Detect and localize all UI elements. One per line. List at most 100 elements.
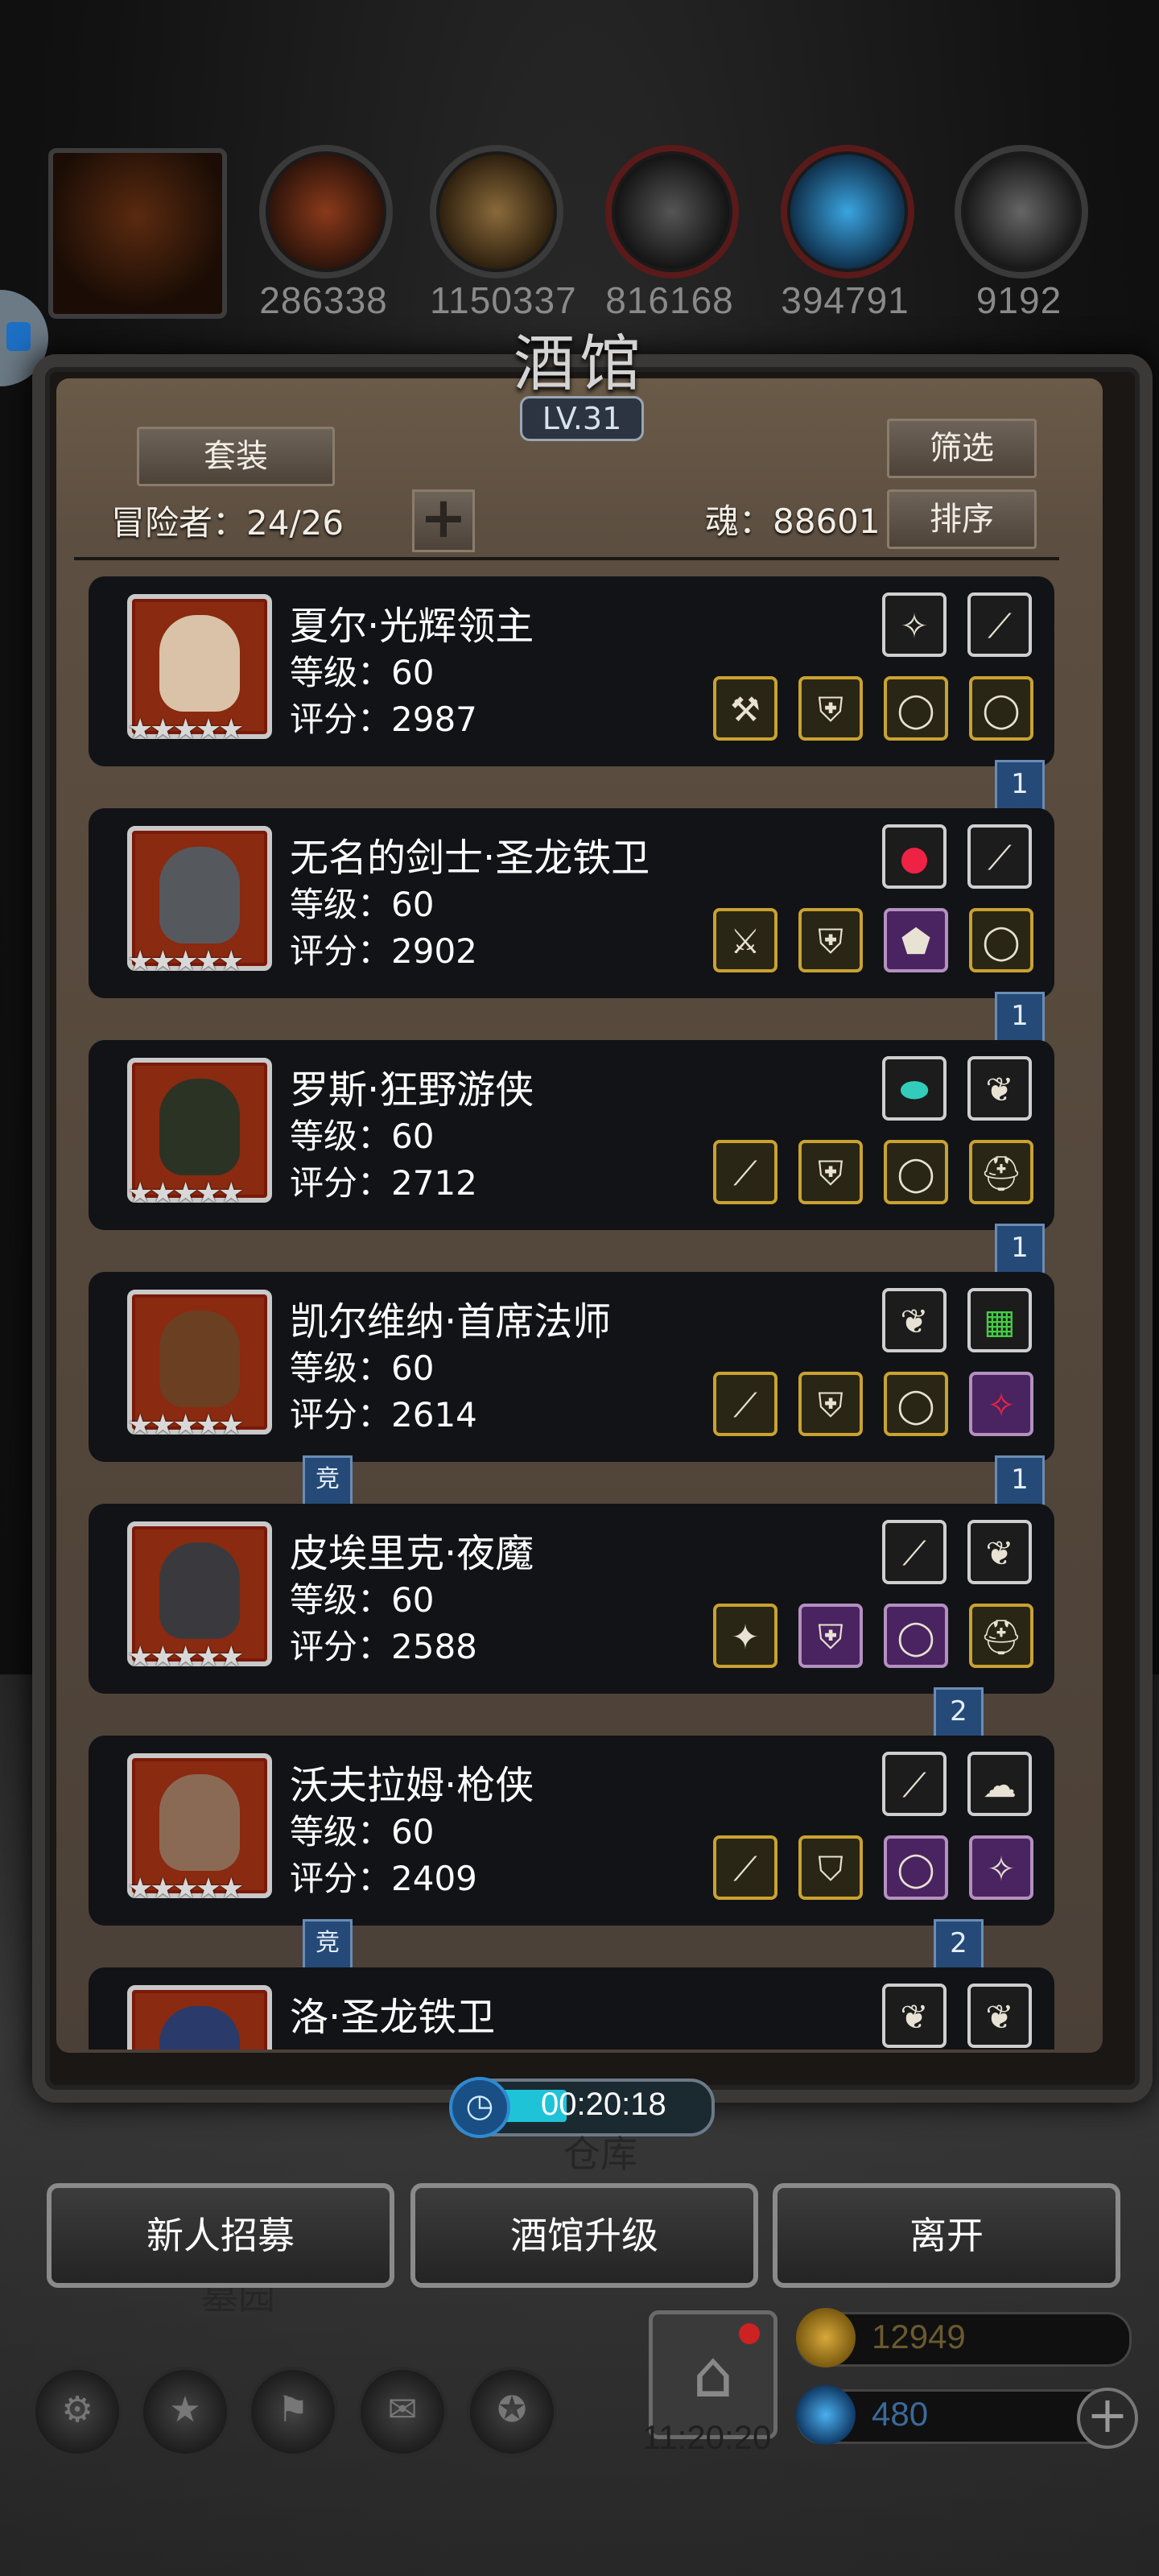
set-button[interactable]: 套装: [137, 427, 335, 486]
star-rating: ★★★★★: [127, 1641, 244, 1674]
hero-score: 评分：2987: [290, 700, 477, 739]
resource-iron[interactable]: 816168: [605, 145, 739, 321]
hero-name: 罗斯·狂野游侠: [290, 1067, 534, 1113]
notification-dot: [739, 2323, 760, 2344]
player-avatar[interactable]: [48, 148, 227, 319]
mail-icon[interactable]: ✉: [357, 2367, 448, 2457]
amulet-icon[interactable]: ✧: [882, 592, 947, 657]
hero-name: 无名的剑士·圣龙铁卫: [290, 836, 650, 881]
spear-icon[interactable]: ⟋: [713, 1835, 777, 1900]
feather-icon[interactable]: ❦: [967, 1520, 1032, 1584]
page-title: 酒馆: [514, 328, 645, 399]
hero-card[interactable]: ★★★★★ 罗斯·狂野游侠 等级：60 评分：2712 ⬬ ❦ ⟋ ⛨ ◯ ⛑: [89, 1040, 1054, 1230]
armor-icon[interactable]: ⛨: [798, 1372, 863, 1436]
necklace-icon[interactable]: ✧: [969, 1372, 1033, 1436]
gold-counter: 12949: [796, 2308, 1132, 2368]
guild-icon[interactable]: ⚑: [248, 2367, 338, 2457]
ring-icon[interactable]: ◯: [884, 1372, 948, 1436]
ring-icon[interactable]: ◯: [884, 676, 948, 741]
gift-timer: 11:20:20: [642, 2418, 772, 2456]
gem-value: 480: [872, 2395, 929, 2433]
spear-icon[interactable]: ⟋: [713, 1140, 777, 1204]
warehouse-label: 仓库: [563, 2132, 637, 2176]
feather-icon[interactable]: ❦: [967, 1056, 1032, 1121]
achievement-icon[interactable]: ★: [140, 2367, 230, 2457]
feather-icon[interactable]: ❦: [967, 1984, 1032, 2048]
hero-card[interactable]: ★★★★★ 凯尔维纳·首席法师 等级：60 评分：2614 ❦ ▦ ⟋ ⛨ ◯ …: [89, 1272, 1054, 1462]
hero-card[interactable]: ★★★★★ 无名的剑士·圣龙铁卫 等级：60 评分：2902 ● ⟋ ⚔ ⛨ ⬟…: [89, 808, 1054, 998]
ring-icon[interactable]: ◯: [884, 1835, 948, 1900]
gold-icon: [796, 2308, 856, 2368]
hero-level: 等级：60: [290, 653, 435, 692]
resource-ore[interactable]: 9192: [955, 145, 1088, 321]
leave-button[interactable]: 离开: [773, 2183, 1120, 2288]
bow-icon[interactable]: ⟋: [882, 1520, 947, 1584]
gold-value: 12949: [872, 2318, 966, 2355]
gem-icon[interactable]: ⬬: [882, 1056, 947, 1121]
hero-card[interactable]: ★★★★★ 皮埃里克·夜魔 等级：60 评分：2588 ⟋ ❦ ✦ ⛨ ◯ ⛑: [89, 1504, 1054, 1694]
necklace-icon[interactable]: ✧: [969, 1835, 1033, 1900]
resource-wood[interactable]: 1150337: [430, 145, 576, 321]
ring-icon[interactable]: ◯: [884, 1140, 948, 1204]
settings-icon[interactable]: ⚙: [32, 2367, 122, 2457]
hero-score: 评分：2409: [290, 1859, 477, 1898]
sword-icon[interactable]: ⚔: [713, 908, 777, 972]
divider: [74, 557, 1059, 560]
staff-icon[interactable]: ⟋: [713, 1372, 777, 1436]
wood-icon: [430, 145, 563, 279]
bow-icon[interactable]: ⟋: [967, 592, 1032, 657]
add-gems-button[interactable]: +: [1077, 2388, 1138, 2449]
helmet-icon[interactable]: ⛑: [969, 1140, 1033, 1204]
hero-list[interactable]: ★★★★★ 夏尔·光辉领主 等级：60 评分：2987 ✧ ⟋ ⚒ ⛨ ◯ ◯ …: [89, 576, 1079, 2050]
armor-icon[interactable]: ⛨: [798, 1140, 863, 1204]
hero-card[interactable]: ★★★★★ 夏尔·光辉领主 等级：60 评分：2987 ✧ ⟋ ⚒ ⛨ ◯ ◯: [89, 576, 1054, 766]
cloak-icon[interactable]: ⛉: [798, 1835, 863, 1900]
hammer-icon[interactable]: ⚒: [713, 676, 777, 741]
timer-text: 00:20:18: [541, 2087, 666, 2122]
bow-icon[interactable]: ⟋: [882, 1752, 947, 1816]
resource-meat[interactable]: 286338: [259, 145, 393, 321]
clock-icon: ◷: [449, 2077, 510, 2138]
hero-score: 评分：2902: [290, 931, 477, 971]
hero-score: 评分：2588: [290, 1627, 477, 1666]
hero-name: 洛·圣龙铁卫: [290, 1995, 496, 2040]
feather-icon[interactable]: ❦: [882, 1984, 947, 2048]
star-rating: ★★★★★: [127, 1872, 244, 1905]
feather-icon[interactable]: ❦: [882, 1288, 947, 1352]
ring-icon[interactable]: ◯: [884, 1604, 948, 1668]
gem-icon[interactable]: ●: [882, 824, 947, 889]
filter-button[interactable]: 筛选: [887, 419, 1037, 478]
tavern-upgrade-button[interactable]: 酒馆升级: [410, 2183, 758, 2288]
soul-count: 魂：88601: [705, 502, 881, 541]
ring-icon[interactable]: ◯: [969, 908, 1033, 972]
gauntlet-icon[interactable]: ☁: [967, 1752, 1032, 1816]
hero-card[interactable]: 洛·圣龙铁卫 ❦ ❦: [89, 1967, 1054, 2050]
star-rating: ★★★★★: [127, 713, 244, 746]
scroll-icon[interactable]: ▦: [967, 1288, 1032, 1352]
ore-icon: [955, 145, 1088, 279]
star-rating: ★★★★★: [127, 945, 244, 978]
tavern-level-badge: LV.31: [520, 396, 644, 441]
shield-icon[interactable]: ⬟: [884, 908, 948, 972]
hero-name: 夏尔·光辉领主: [290, 604, 534, 649]
armor-icon[interactable]: ⛨: [798, 1604, 863, 1668]
bow-icon[interactable]: ⟋: [967, 824, 1032, 889]
hero-name: 沃夫拉姆·枪侠: [290, 1763, 534, 1808]
star-rating: ★★★★★: [127, 1177, 244, 1210]
sort-button[interactable]: 排序: [887, 489, 1037, 549]
armor-icon[interactable]: ⛨: [798, 676, 863, 741]
helmet-icon[interactable]: ⛑: [969, 1604, 1033, 1668]
hero-card[interactable]: ★★★★★ 沃夫拉姆·枪侠 等级：60 评分：2409 ⟋ ☁ ⟋ ⛉ ◯ ✧: [89, 1736, 1054, 1926]
hero-name: 凯尔维纳·首席法师: [290, 1299, 612, 1344]
ring-icon[interactable]: ◯: [969, 676, 1033, 741]
hero-score: 评分：2712: [290, 1163, 477, 1203]
hero-score: 评分：2614: [290, 1395, 477, 1435]
adventurer-count: 冒险者：24/26: [111, 503, 344, 543]
recruit-button[interactable]: 新人招募: [47, 2183, 394, 2288]
armor-icon[interactable]: ⛨: [798, 908, 863, 972]
mace-icon[interactable]: ✦: [713, 1604, 777, 1668]
hero-level: 等级：60: [290, 1580, 435, 1620]
resource-crystal[interactable]: 394791: [781, 145, 914, 321]
add-slot-button[interactable]: +: [412, 489, 475, 552]
event-icon[interactable]: ✪: [467, 2367, 557, 2457]
